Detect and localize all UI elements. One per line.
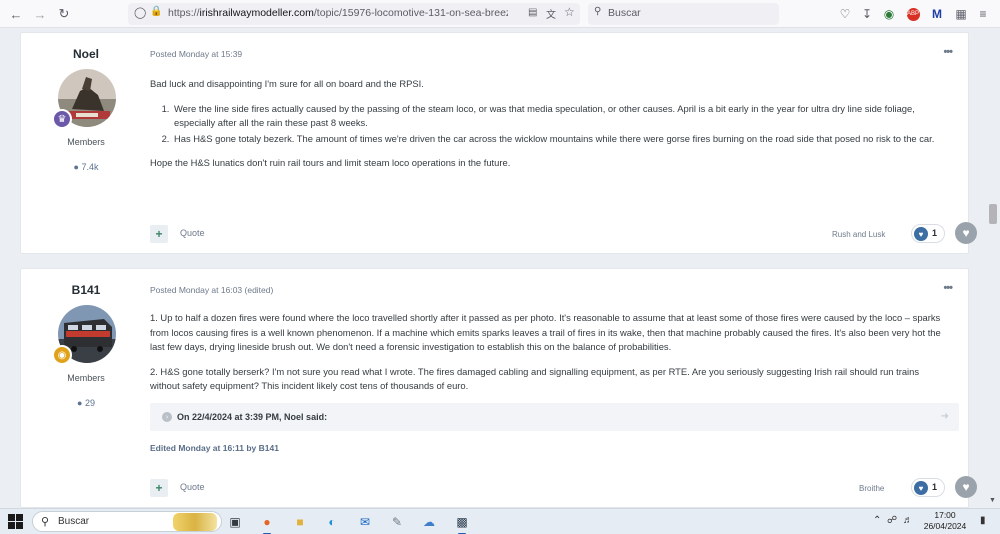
task-view-icon[interactable]: ▣ bbox=[225, 512, 245, 532]
comment-icon: ● bbox=[77, 398, 83, 408]
post-content: 1. Up to half a dozen fires were found w… bbox=[150, 311, 950, 404]
post-timestamp[interactable]: Posted Monday at 16:03 (edited) bbox=[150, 285, 273, 295]
scrollbar-thumb[interactable] bbox=[989, 204, 997, 224]
member-group: Members bbox=[67, 137, 105, 147]
post-content: Bad luck and disappointing I'm sure for … bbox=[150, 77, 950, 181]
post-list: Were the line side fires actually caused… bbox=[172, 102, 950, 147]
search-placeholder: Buscar bbox=[608, 7, 641, 19]
edge-icon[interactable]: ◐ bbox=[322, 512, 342, 532]
extensions-puzzle-icon[interactable]: ▦ bbox=[952, 5, 970, 23]
reload-icon[interactable]: ↻ bbox=[54, 4, 74, 24]
url-text: https://irishrailwaymodeller.com/topic/1… bbox=[168, 7, 508, 19]
reaction-count: 1 bbox=[932, 228, 938, 238]
adblock-icon[interactable]: ABP bbox=[906, 7, 920, 21]
author-name[interactable]: B141 bbox=[21, 283, 151, 297]
search-icon: ⚲ bbox=[41, 516, 50, 528]
edited-note: Edited Monday at 16:11 by B141 bbox=[150, 443, 279, 453]
post-options-icon[interactable]: ••• bbox=[943, 282, 953, 294]
downloads-icon[interactable]: ↧ bbox=[858, 5, 876, 23]
notification-icon[interactable]: ▮ bbox=[980, 515, 986, 526]
address-bar[interactable]: ◯ 🔒 https://irishrailwaymodeller.com/top… bbox=[128, 3, 580, 25]
shield-icon[interactable]: ◯ bbox=[134, 6, 146, 19]
list-item: Were the line side fires actually caused… bbox=[172, 102, 950, 131]
volume-icon[interactable]: ♬ bbox=[903, 515, 913, 526]
author-panel: B141 ◉ Members ● 29 bbox=[21, 269, 151, 507]
heart-reaction-icon: ♥ bbox=[914, 227, 928, 241]
quote-button[interactable]: Quote bbox=[180, 228, 205, 238]
post-paragraph: 1. Up to half a dozen fires were found w… bbox=[150, 312, 941, 352]
rank-lightbulb-icon: ◉ bbox=[52, 345, 72, 365]
post-noel: Noel ♛ Members ● 7.4k Posted Monday at 1… bbox=[20, 32, 977, 254]
reactors-list[interactable]: Rush and Lusk bbox=[832, 230, 885, 239]
menu-icon[interactable]: ≡ bbox=[974, 5, 992, 23]
windows-taskbar: ⚲ Buscar ▣ ● ■ ◐ ✉ ✎ ☁ ▩ ⌃ ☍ ♬ 17:00 26/… bbox=[0, 508, 1000, 534]
post-paragraph: Hope the H&S lunatics don't ruin rail to… bbox=[150, 157, 511, 168]
windows-start-icon[interactable] bbox=[8, 514, 24, 530]
app-icon[interactable]: ☁ bbox=[419, 512, 439, 532]
quote-link-arrow-icon[interactable]: ➜ bbox=[941, 411, 949, 422]
outlook-icon[interactable]: ✉ bbox=[355, 512, 375, 532]
rank-crown-icon: ♛ bbox=[52, 109, 72, 129]
expand-chevron-icon[interactable]: › bbox=[162, 412, 172, 422]
forward-arrow-icon[interactable]: → bbox=[30, 4, 50, 24]
multiquote-plus-button[interactable]: + bbox=[150, 225, 168, 243]
extension-icon[interactable]: ◉ bbox=[880, 5, 898, 23]
browser-toolbar: ← → ↻ ◯ 🔒 https://irishrailwaymodeller.c… bbox=[0, 0, 1000, 28]
tray-expand-icon[interactable]: ⌃ bbox=[873, 515, 881, 526]
member-group: Members bbox=[67, 373, 105, 383]
search-bar[interactable]: ⚲ Buscar bbox=[588, 3, 779, 25]
pocket-icon[interactable]: ♡ bbox=[836, 5, 854, 23]
react-heart-button[interactable]: ♥ bbox=[955, 476, 977, 498]
bookmark-star-icon[interactable]: ☆ bbox=[564, 5, 575, 19]
post-count: ● 29 bbox=[77, 398, 95, 408]
reaction-count: 1 bbox=[932, 482, 938, 492]
comment-icon: ● bbox=[73, 162, 79, 172]
taskbar-search[interactable]: ⚲ Buscar bbox=[32, 511, 222, 532]
quote-block[interactable]: › On 22/4/2024 at 3:39 PM, Noel said: ➜ bbox=[150, 403, 959, 431]
post-count: ● 7.4k bbox=[73, 162, 99, 172]
search-icon: ⚲ bbox=[594, 6, 602, 17]
author-name[interactable]: Noel bbox=[21, 47, 151, 61]
post-footer: + Quote Broithe ♥ 1 ♥ bbox=[150, 471, 977, 507]
malwarebytes-icon[interactable]: M bbox=[928, 5, 946, 23]
back-arrow-icon[interactable]: ← bbox=[6, 4, 26, 24]
search-highlight-image bbox=[173, 513, 217, 531]
network-icon[interactable]: ☍ bbox=[887, 515, 897, 526]
system-clock[interactable]: 17:00 26/04/2024 bbox=[918, 510, 972, 532]
page-scrollbar[interactable]: ▼ bbox=[986, 28, 1000, 506]
scroll-down-arrow-icon[interactable]: ▼ bbox=[989, 497, 997, 504]
heart-reaction-icon: ♥ bbox=[914, 481, 928, 495]
reactors-list[interactable]: Broithe bbox=[859, 484, 884, 493]
firefox-icon[interactable]: ● bbox=[257, 512, 277, 534]
list-item: Has H&S gone totaly bezerk. The amount o… bbox=[172, 132, 950, 147]
lock-icon[interactable]: 🔒 bbox=[150, 6, 162, 17]
clock-time: 17:00 bbox=[934, 510, 956, 520]
post-footer: + Quote Rush and Lusk ♥ 1 ♥ bbox=[150, 217, 977, 253]
reaction-summary[interactable]: ♥ 1 bbox=[911, 224, 945, 243]
quote-citation: On 22/4/2024 at 3:39 PM, Noel said: bbox=[177, 412, 328, 422]
post-paragraph: 2. H&S gone totally berserk? I'm not sur… bbox=[150, 365, 920, 392]
file-explorer-icon[interactable]: ■ bbox=[290, 512, 310, 532]
react-heart-button[interactable]: ♥ bbox=[955, 222, 977, 244]
post-timestamp[interactable]: Posted Monday at 15:39 bbox=[150, 49, 242, 59]
clock-date: 26/04/2024 bbox=[923, 521, 967, 531]
post-options-icon[interactable]: ••• bbox=[943, 46, 953, 58]
multiquote-plus-button[interactable]: + bbox=[150, 479, 168, 497]
taskbar-search-label: Buscar bbox=[58, 516, 90, 527]
reaction-summary[interactable]: ♥ 1 bbox=[911, 478, 945, 497]
reader-view-icon[interactable]: ▤ bbox=[528, 7, 537, 18]
post-paragraph: Bad luck and disappointing I'm sure for … bbox=[150, 78, 424, 89]
quote-button[interactable]: Quote bbox=[180, 482, 205, 492]
translate-icon[interactable]: 文 bbox=[546, 6, 556, 21]
app-icon[interactable]: ▩ bbox=[452, 512, 472, 534]
app-icon[interactable]: ✎ bbox=[387, 512, 407, 532]
author-panel: Noel ♛ Members ● 7.4k bbox=[21, 33, 151, 253]
post-b141: B141 ◉ Members ● 29 Posted Monday at 16:… bbox=[20, 268, 977, 508]
